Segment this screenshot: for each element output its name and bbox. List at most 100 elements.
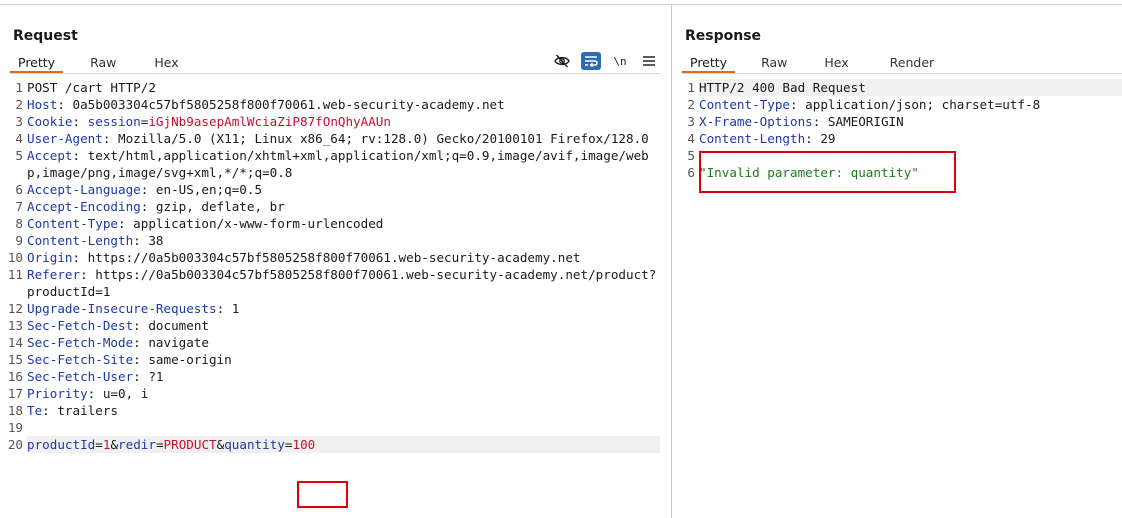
newline-toggle[interactable]: \n	[610, 52, 630, 70]
token-text: =	[95, 437, 103, 452]
request-tabs: Pretty Raw Hex	[10, 53, 209, 73]
code-line: 2 Content-Type: application/json; charset…	[672, 96, 1122, 113]
code-line: 9 Content-Length: 38	[0, 232, 660, 249]
code-text: User-Agent: Mozilla/5.0 (X11; Linux x86_…	[27, 130, 660, 147]
token-text: : en-US,en;q=0.5	[140, 182, 263, 197]
token-text: : https://0a5b003304c57bf5805258f800f700…	[27, 267, 657, 299]
token-value: iGjNb9asepAmlWciaZiP87fOnQhyAAUn	[148, 114, 391, 129]
line-number: 5	[15, 148, 23, 163]
line-number: 10	[7, 250, 23, 265]
line-number: 15	[7, 352, 23, 367]
token-key: Priority	[27, 386, 88, 401]
response-tab-raw[interactable]: Raw	[753, 53, 795, 73]
response-title: Response	[685, 28, 762, 44]
code-line: 14 Sec-Fetch-Mode: navigate	[0, 334, 660, 351]
token-key: Accept-Encoding	[27, 199, 141, 214]
token-key: Host	[27, 97, 58, 112]
line-number: 14	[7, 335, 23, 350]
token-text: : application/x-www-form-urlencoded	[118, 216, 384, 231]
code-line: 6 Accept-Language: en-US,en;q=0.5	[0, 181, 660, 198]
token-key: Referer	[27, 267, 81, 282]
token-text: =	[155, 437, 164, 452]
response-tab-pretty[interactable]: Pretty	[682, 53, 736, 73]
token-key: Content-Type	[699, 97, 790, 112]
token-key: Sec-Fetch-Site	[27, 352, 134, 367]
token-text: HTTP/2 400 Bad Request	[699, 80, 866, 95]
code-line: 19	[0, 419, 660, 436]
code-text: Te: trailers	[27, 402, 660, 419]
newline-label: \n	[613, 54, 627, 68]
line-number: 1	[687, 80, 695, 95]
request-tab-pretty[interactable]: Pretty	[10, 53, 64, 73]
line-number: 2	[687, 97, 695, 112]
token-text: : 29	[805, 131, 836, 146]
code-text: Upgrade-Insecure-Requests: 1	[27, 300, 660, 317]
request-tab-hex[interactable]: Hex	[146, 53, 186, 73]
code-text: Accept-Encoding: gzip, deflate, br	[27, 198, 660, 215]
hamburger-menu-icon[interactable]	[639, 52, 659, 70]
code-line: 18 Te: trailers	[0, 402, 660, 419]
token-key: Sec-Fetch-User	[27, 369, 134, 384]
code-line: 5 Accept: text/html,application/xhtml+xml…	[0, 147, 660, 181]
line-number: 11	[7, 267, 23, 282]
token-text: : Mozilla/5.0 (X11; Linux x86_64; rv:128…	[102, 131, 649, 146]
response-tabs: Pretty Raw Hex Render	[682, 53, 964, 73]
token-key: Upgrade-Insecure-Requests	[27, 301, 217, 316]
token-key: productId	[27, 437, 96, 452]
code-text: Accept-Language: en-US,en;q=0.5	[27, 181, 660, 198]
token-text: : application/json; charset=utf-8	[790, 97, 1041, 112]
request-tab-raw[interactable]: Raw	[82, 53, 124, 73]
code-line: 4 Content-Length: 29	[672, 130, 1122, 147]
line-number: 17	[7, 386, 23, 401]
token-text: : gzip, deflate, br	[140, 199, 285, 214]
token-text: : u=0, i	[87, 386, 149, 401]
token-value: PRODUCT	[163, 437, 217, 452]
token-key: redir	[118, 437, 156, 452]
line-number: 20	[7, 437, 23, 452]
token-text: : 38	[133, 233, 164, 248]
code-text: Priority: u=0, i	[27, 385, 660, 402]
code-line: 20 productId=1&redir=PRODUCT&quantity=100	[0, 436, 660, 453]
code-text: Sec-Fetch-Dest: document	[27, 317, 660, 334]
line-number: 6	[15, 182, 23, 197]
request-tab-divider	[10, 73, 661, 74]
response-tab-render[interactable]: Render	[882, 53, 943, 73]
token-key: Accept	[27, 148, 73, 163]
code-text: Sec-Fetch-User: ?1	[27, 368, 660, 385]
code-line: 2 Host: 0a5b003304c57bf5805258f800f70061.…	[0, 96, 660, 113]
code-text: Sec-Fetch-Site: same-origin	[27, 351, 660, 368]
line-number: 4	[15, 131, 23, 146]
code-text: Host: 0a5b003304c57bf5805258f800f70061.w…	[27, 96, 660, 113]
line-number: 5	[687, 148, 695, 163]
line-number: 13	[7, 318, 23, 333]
response-pane: Response Pretty Raw Hex Render 1 HTTP/2 4…	[672, 5, 1122, 518]
line-number: 9	[15, 233, 23, 248]
token-text: : SAMEORIGIN	[812, 114, 904, 129]
token-key: Origin	[27, 250, 73, 265]
code-text: POST /cart HTTP/2	[27, 79, 660, 96]
token-key: Content-Type	[27, 216, 118, 231]
token-key: session	[87, 114, 141, 129]
line-number: 19	[7, 420, 23, 435]
code-line: 8 Content-Type: application/x-www-form-ur…	[0, 215, 660, 232]
word-wrap-icon[interactable]	[581, 52, 601, 70]
token-text: : navigate	[133, 335, 209, 350]
code-text: Content-Type: application/x-www-form-url…	[27, 215, 660, 232]
eye-slash-icon[interactable]	[552, 52, 572, 70]
code-text: X-Frame-Options: SAMEORIGIN	[699, 113, 1122, 130]
request-editor[interactable]: 1 POST /cart HTTP/2 2 Host: 0a5b003304c57bf…	[0, 79, 660, 453]
code-line: 15 Sec-Fetch-Site: same-origin	[0, 351, 660, 368]
response-tab-hex[interactable]: Hex	[816, 53, 856, 73]
token-text: &	[110, 437, 119, 452]
code-line: 1 HTTP/2 400 Bad Request	[672, 79, 1122, 96]
token-text: : https://0a5b003304c57bf5805258f800f700…	[72, 250, 581, 265]
code-line: 3 X-Frame-Options: SAMEORIGIN	[672, 113, 1122, 130]
code-text: HTTP/2 400 Bad Request	[699, 79, 1122, 96]
token-text: : ?1	[133, 369, 164, 384]
token-key: User-Agent	[27, 131, 103, 146]
line-number: 3	[15, 114, 23, 129]
code-text: Accept: text/html,application/xhtml+xml,…	[27, 147, 660, 181]
token-text: : text/html,application/xhtml+xml,applic…	[27, 148, 649, 180]
line-number: 2	[15, 97, 23, 112]
token-key: Sec-Fetch-Dest	[27, 318, 134, 333]
